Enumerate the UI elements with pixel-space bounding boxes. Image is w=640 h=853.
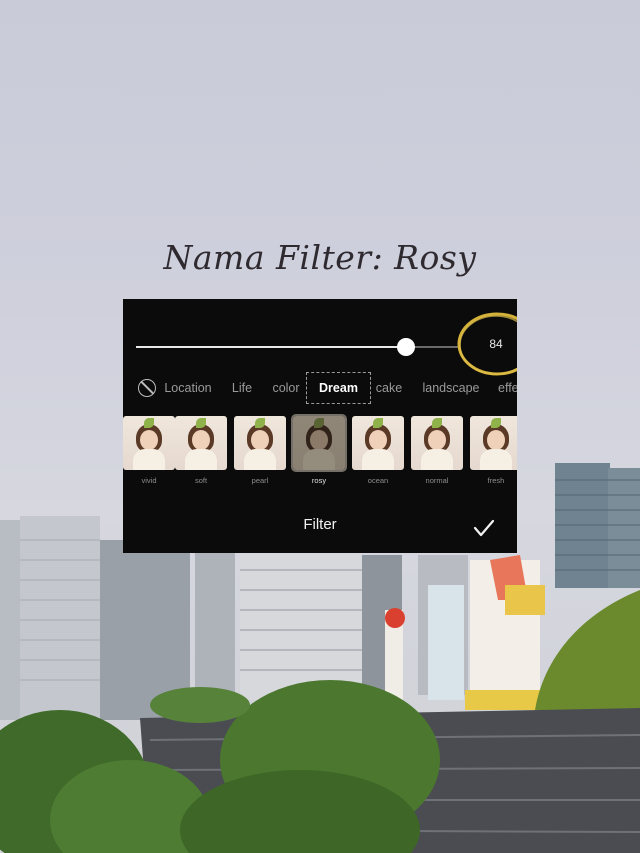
- filter-preview-image: [123, 416, 175, 470]
- filter-ocean[interactable]: ocean: [352, 416, 404, 485]
- filter-label: fresh: [487, 476, 505, 485]
- filter-preview-image: [352, 416, 404, 470]
- tab-location[interactable]: Location: [163, 372, 213, 404]
- filter-thumbnails: vivid soft pearl rosy ocean normal fresh: [123, 414, 517, 492]
- intensity-slider-fill: [136, 346, 407, 348]
- no-filter-icon[interactable]: [138, 379, 156, 397]
- filter-preview-image: [411, 416, 463, 470]
- tab-cake[interactable]: cake: [374, 372, 404, 404]
- tab-landscape[interactable]: landscape: [421, 372, 481, 404]
- intensity-value: 84: [489, 337, 503, 351]
- filter-category-tabs: Location Life color Dream cake landscape…: [123, 372, 517, 404]
- filter-soft[interactable]: soft: [175, 416, 227, 485]
- tab-dream[interactable]: Dream: [306, 372, 371, 404]
- tab-effect[interactable]: effe: [498, 372, 517, 404]
- filter-label: soft: [194, 476, 208, 485]
- filter-preview-image: [234, 416, 286, 470]
- filter-label: normal: [425, 476, 449, 485]
- bottom-bar: Filter: [123, 503, 517, 553]
- filter-normal[interactable]: normal: [411, 416, 463, 485]
- filter-preview-image: [291, 414, 347, 472]
- filter-rosy[interactable]: rosy: [291, 414, 347, 485]
- intensity-slider[interactable]: [136, 338, 458, 356]
- filter-label: pearl: [251, 476, 269, 485]
- checkmark-icon[interactable]: [471, 515, 497, 541]
- filter-label: vivid: [141, 476, 157, 485]
- filter-vivid[interactable]: vivid: [123, 416, 175, 485]
- filter-label: ocean: [367, 476, 389, 485]
- filter-preview-image: [470, 416, 517, 470]
- tab-life[interactable]: Life: [228, 372, 256, 404]
- bottom-bar-title: Filter: [303, 516, 337, 533]
- filter-label: rosy: [311, 476, 327, 485]
- tab-color[interactable]: color: [269, 372, 303, 404]
- filter-name-caption: Nama Filter: Rosy: [163, 238, 477, 277]
- filter-editor-panel: 84 Location Life color Dream cake landsc…: [123, 299, 517, 553]
- filter-fresh[interactable]: fresh: [470, 416, 517, 485]
- intensity-slider-thumb[interactable]: [397, 338, 416, 356]
- filter-pearl[interactable]: pearl: [234, 416, 286, 485]
- filter-preview-image: [175, 416, 227, 470]
